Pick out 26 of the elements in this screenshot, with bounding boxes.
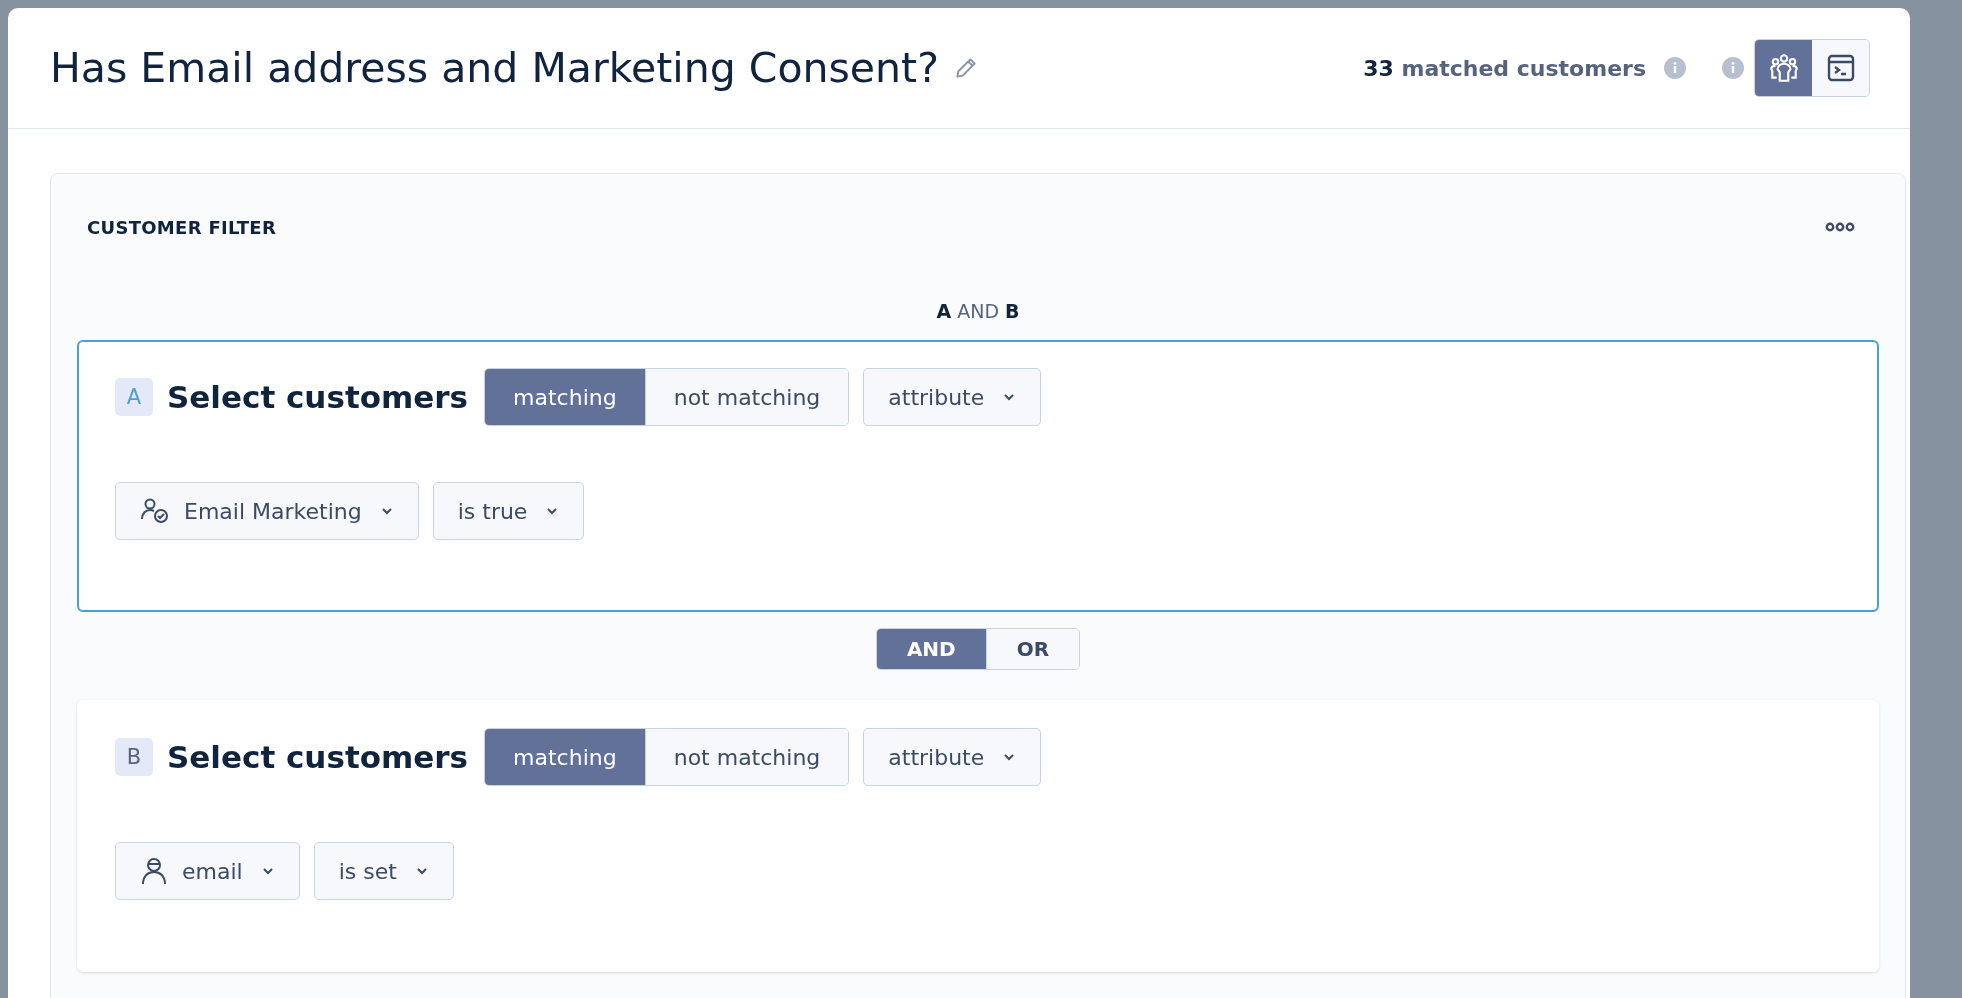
terminal-view-button[interactable] [1812, 40, 1869, 96]
operator-dropdown[interactable]: is true [432, 482, 585, 540]
person-check-icon [140, 497, 170, 525]
field-dropdown[interactable]: email [115, 842, 300, 900]
more-options-icon[interactable] [1825, 222, 1855, 232]
operator-dropdown[interactable]: is set [313, 842, 454, 900]
people-view-button[interactable] [1755, 40, 1812, 96]
section-title: CUSTOMER FILTER [87, 216, 277, 238]
match-toggle[interactable]: not matching [644, 369, 849, 425]
terminal-icon [1825, 53, 1856, 83]
person-icon [140, 856, 168, 886]
type-dropdown[interactable]: attribute [863, 728, 1042, 786]
type-dropdown[interactable]: attribute [863, 368, 1042, 426]
match-toggle[interactable]: matching [485, 369, 645, 425]
match-toggle[interactable]: matching [485, 729, 645, 785]
combinator-toggle[interactable]: OR [985, 629, 1080, 669]
match-toggle[interactable]: not matching [644, 729, 849, 785]
group-letter-badge: A [115, 378, 153, 416]
field-dropdown[interactable]: Email Marketing [115, 482, 419, 540]
group-letter-badge: B [115, 738, 153, 776]
filter-title: Has Email address and Marketing Consent? [50, 44, 939, 92]
combinator-toggle[interactable]: AND [876, 629, 986, 669]
logic-expression: A AND B [936, 300, 1020, 322]
group-title: Select customers [167, 379, 469, 415]
matched-customers-count: 33 matched customers [1363, 55, 1646, 81]
group-title: Select customers [167, 739, 469, 775]
